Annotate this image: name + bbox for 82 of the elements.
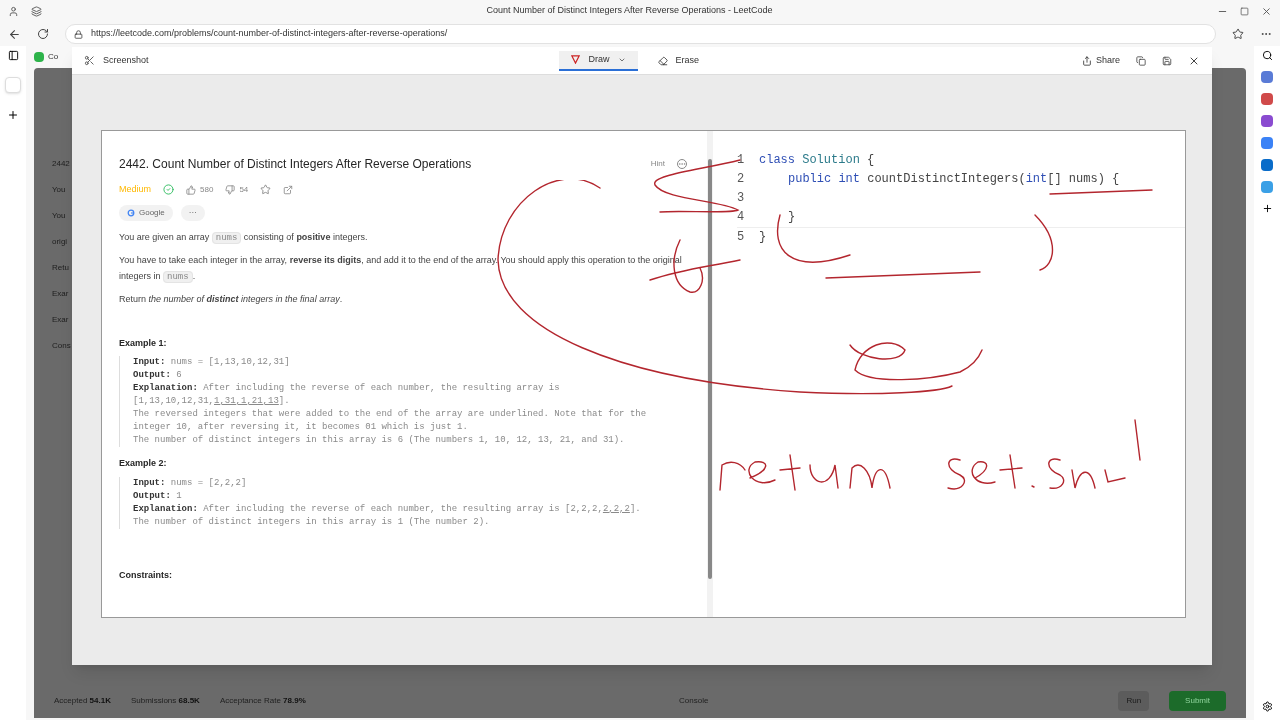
sidebar-icon[interactable] <box>7 50 19 61</box>
more-tags-button[interactable]: ··· <box>180 204 205 221</box>
background-text: Retu <box>52 262 69 274</box>
address-bar[interactable]: https://leetcode.com/problems/count-number-of-distinct-integers-after-reverse-operations/ <box>65 24 1216 44</box>
save-icon[interactable] <box>1162 55 1172 66</box>
example-line: [1,13,10,12,31,1,31,1,21,13]. <box>133 395 291 408</box>
example-heading: Example 2: <box>119 457 168 470</box>
thumbs-down-icon <box>225 184 236 195</box>
line-number: 4 <box>737 209 746 226</box>
console-button[interactable]: Console <box>679 695 709 707</box>
line-number: 5 <box>737 229 746 246</box>
extension-icon[interactable] <box>1261 93 1273 105</box>
back-icon[interactable] <box>8 27 21 41</box>
share-icon[interactable] <box>283 184 294 195</box>
stat-text: Accepted 54.1K <box>54 695 111 707</box>
add-icon[interactable] <box>1261 203 1273 214</box>
example-heading: Example 1: <box>119 336 168 350</box>
difficulty-label: Medium <box>119 183 151 196</box>
extension-icon[interactable] <box>1261 137 1273 149</box>
background-text: Exar <box>52 288 69 300</box>
profile-icon[interactable] <box>8 5 19 17</box>
code-line: class Solution { <box>759 152 875 169</box>
scrollbar-thumb[interactable] <box>708 159 712 579</box>
example-line: integer 10, after reversing it, it becomes 01 which is just 1. <box>133 421 469 434</box>
background-text: You <box>52 184 66 196</box>
search-icon[interactable] <box>1261 50 1273 61</box>
problem-title: 2442. Count Number of Distinct Integers After Reverse Operations <box>119 156 473 173</box>
share-icon <box>1081 55 1092 66</box>
example-line: The number of distinct integers in this array is 1 (The number 2). <box>133 515 491 529</box>
code-line: } <box>759 229 767 246</box>
share-button[interactable]: Share <box>1081 53 1120 68</box>
line-number: 1 <box>737 152 746 169</box>
description-paragraph: You are given an array nums consisting of positive integers. <box>119 230 369 246</box>
hint-text[interactable]: Hint <box>650 158 665 170</box>
constraints-heading: Constraints: <box>119 568 173 582</box>
copy-icon[interactable] <box>1136 55 1146 66</box>
example-line: Explanation: After including the reverse of each number, the resulting array is <box>133 382 561 395</box>
favorite-icon[interactable] <box>1232 28 1244 40</box>
background-text: origi <box>52 236 68 248</box>
background-text: Exar <box>52 314 69 326</box>
tabs-icon[interactable] <box>31 5 42 17</box>
dialog-title: Screenshot <box>103 53 149 67</box>
submit-button[interactable]: Submit <box>1169 691 1226 711</box>
settings-icon[interactable] <box>1261 701 1273 712</box>
stat-text: Submissions 68.5K <box>130 695 200 707</box>
extension-icon[interactable] <box>1261 71 1273 83</box>
screenshot-icon <box>84 55 95 66</box>
bookmark-link[interactable]: Co <box>48 51 59 63</box>
example-line: The reversed integers that were added to the end of the array are underlined. Note that for the <box>133 408 648 421</box>
extension-icon[interactable] <box>1261 159 1273 171</box>
extension-icon[interactable] <box>1261 181 1273 193</box>
like-button[interactable]: 580 <box>186 183 214 196</box>
close-icon[interactable] <box>1261 5 1272 17</box>
example-line: Output: 1 <box>133 489 183 503</box>
bookmark-icon <box>34 52 44 62</box>
line-number: 3 <box>737 190 746 207</box>
code-line: public int countDistinctIntegers(int[] nums) { <box>788 171 1120 188</box>
example-line: Input: nums = [2,2,2] <box>133 476 248 490</box>
eraser-icon <box>657 55 668 66</box>
code-line: } <box>788 209 796 226</box>
new-tab-icon[interactable] <box>7 109 19 121</box>
example-line: Input: nums = [1,13,10,12,31] <box>133 356 291 369</box>
reload-icon[interactable] <box>37 28 49 40</box>
tool-button[interactable]: Erase <box>645 50 711 71</box>
extension-icon[interactable] <box>1261 115 1273 127</box>
example-line: Explanation: After including the reverse of each number, the resulting array is [2,2,2,2,2,2]. <box>133 502 642 516</box>
background-text: 2442 <box>52 158 70 170</box>
pen-icon <box>571 55 581 64</box>
tool-button[interactable]: Draw <box>559 50 638 71</box>
dislike-button[interactable]: 54 <box>225 183 249 196</box>
company-tag[interactable]: Google <box>119 204 173 221</box>
example-line: The number of distinct integers in this array is 6 (The numbers 1, 10, 12, 13, 21, and 31). <box>133 434 626 447</box>
example-line: Output: 6 <box>133 369 183 382</box>
maximize-icon[interactable] <box>1240 6 1249 16</box>
stat-text: Acceptance Rate 78.9% <box>219 695 306 707</box>
thumbs-up-icon <box>186 184 196 195</box>
background-text: You <box>52 210 66 222</box>
description-paragraph: Return the number of distinct integers in the final array. <box>119 292 344 306</box>
line-number: 2 <box>737 171 746 188</box>
solved-icon <box>163 184 174 196</box>
google-logo <box>127 208 135 217</box>
window-title: Count Number of Distinct Integers After Reverse Operations - LeetCode <box>486 4 773 18</box>
